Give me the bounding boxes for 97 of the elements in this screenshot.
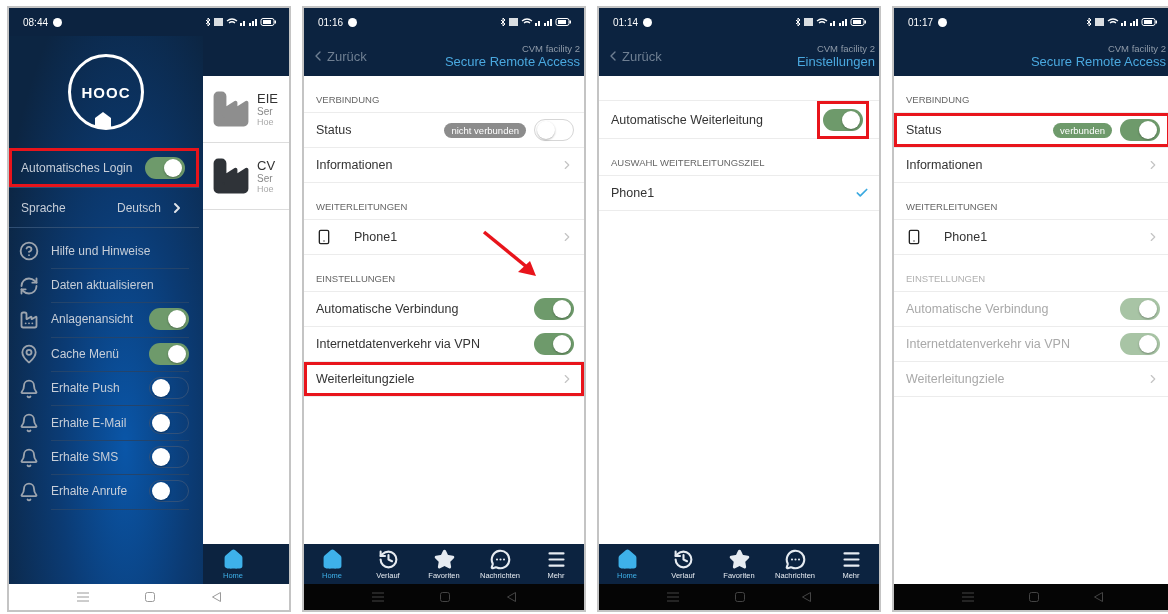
notification-dot-icon (53, 17, 63, 27)
settings-row[interactable]: Automatische Weiterleitung (599, 101, 879, 139)
history-icon (672, 548, 694, 570)
item-subtitle: Ser (257, 106, 274, 117)
row-label: Automatische Verbindung (906, 302, 1049, 316)
phone-icon (906, 229, 922, 245)
status-badge: nicht verbunden (444, 122, 526, 138)
star-icon (433, 548, 455, 570)
row-label: Automatische Verbindung (316, 302, 459, 316)
status-badge: verbunden (1053, 122, 1112, 138)
facility-name: CVM facility 2 (1107, 43, 1166, 54)
row-label: Status (906, 123, 942, 137)
star-icon (728, 548, 750, 570)
logo: HOOC (68, 54, 144, 130)
item-detail: Hoe (257, 184, 275, 194)
item-title: EIE (257, 91, 278, 106)
home-icon (616, 548, 638, 570)
item-detail: Hoe (257, 117, 275, 127)
toggle-switch[interactable] (1120, 119, 1160, 141)
back-button[interactable]: Zurück (310, 48, 367, 64)
notification-dot-icon (643, 17, 653, 27)
row-label: Phone1 (611, 186, 655, 200)
toggle-switch[interactable] (149, 308, 189, 331)
back-triangle-icon[interactable] (211, 592, 221, 602)
toggle-switch[interactable] (534, 333, 574, 355)
square-icon[interactable] (735, 592, 746, 602)
menu-item[interactable]: Cache Menü (51, 346, 120, 361)
status-icons-drawing (795, 17, 867, 27)
bell-icon (19, 447, 39, 468)
help-icon (19, 241, 39, 262)
row-label: Phone1 (944, 230, 988, 244)
row-label: Weiterleitungziele (906, 372, 1005, 386)
row-label: Phone1 (354, 230, 398, 244)
bell-icon (19, 378, 39, 399)
row-label: Automatische Weiterleitung (611, 112, 763, 127)
home-icon (222, 548, 244, 570)
back-triangle-icon[interactable] (506, 592, 516, 602)
settings-row[interactable]: Status verbunden (894, 113, 1168, 148)
home-icon (321, 548, 343, 570)
menu-icon[interactable] (77, 592, 90, 602)
clock-time: 01:17 (908, 16, 934, 28)
clock-time: 01:14 (613, 16, 639, 28)
menu-item[interactable]: Hilfe und Hinweise (51, 243, 151, 258)
page-title: Secure Remote Access (1030, 54, 1166, 69)
list-item[interactable]: CV Ser Hoe (203, 143, 289, 210)
square-icon[interactable] (145, 592, 156, 602)
menu-item[interactable]: Erhalte Push (51, 381, 120, 396)
settings-row[interactable]: Weiterleitungziele (304, 362, 584, 397)
status-icons-drawing (205, 17, 277, 27)
status-icons-drawing (500, 17, 572, 27)
clock-time: 08:44 (23, 16, 49, 28)
row-label: Automatisches Login (21, 160, 133, 175)
menu-item[interactable]: Erhalte Anrufe (51, 484, 128, 499)
row-label: Informationen (316, 158, 393, 172)
row-label: Internetdatenverkehr via VPN (906, 337, 1070, 351)
row-label: Internetdatenverkehr via VPN (316, 337, 480, 351)
row-label: Status (316, 123, 352, 137)
item-subtitle: Ser (257, 173, 274, 184)
menu-item[interactable]: Daten aktualisieren (51, 278, 154, 293)
bell-icon (19, 413, 39, 434)
page-title: Secure Remote Access (444, 54, 580, 69)
toggle-switch[interactable] (534, 298, 574, 320)
refresh-icon (19, 275, 39, 296)
list-item[interactable]: EIE Ser Hoe (203, 76, 289, 143)
bell-icon (19, 481, 39, 502)
row-value: Deutsch (116, 200, 161, 215)
menu-item[interactable]: Anlagenansicht (51, 312, 134, 327)
back-button[interactable]: Zurück (605, 48, 662, 64)
page-title: Einstellungen (796, 54, 875, 69)
square-icon[interactable] (1028, 592, 1039, 602)
square-icon[interactable] (440, 592, 451, 602)
row-label: Weiterleitungziele (316, 372, 415, 386)
chat-bubble-icon (784, 548, 806, 570)
status-icons-drawing (1086, 17, 1158, 27)
back-triangle-icon[interactable] (801, 592, 811, 602)
row-label: Sprache (21, 200, 66, 215)
facility-name: CVM facility 2 (816, 43, 875, 54)
toggle-switch[interactable] (149, 342, 189, 365)
item-title: CV (257, 158, 276, 173)
drawer-row[interactable]: Sprache Deutsch (9, 188, 199, 228)
chat-bubble-icon (489, 548, 511, 570)
facility-name: CVM facility 2 (521, 43, 580, 54)
notification-dot-icon (938, 17, 948, 27)
history-icon (377, 548, 399, 570)
menu-item[interactable]: Erhalte SMS (51, 450, 119, 465)
drawer-row[interactable]: Automatisches Login (9, 148, 199, 188)
phone-icon (316, 229, 332, 245)
menu-item[interactable]: Erhalte E-Mail (51, 415, 127, 430)
notification-dot-icon (348, 17, 358, 27)
clock-time: 01:16 (318, 16, 344, 28)
factory-icon (19, 309, 39, 330)
back-triangle-icon[interactable] (1093, 592, 1103, 602)
map-pin-icon (19, 344, 39, 365)
toggle-switch[interactable] (145, 156, 185, 179)
toggle-switch[interactable] (823, 108, 863, 131)
row-label: Informationen (906, 158, 983, 172)
house-icon (95, 112, 111, 128)
